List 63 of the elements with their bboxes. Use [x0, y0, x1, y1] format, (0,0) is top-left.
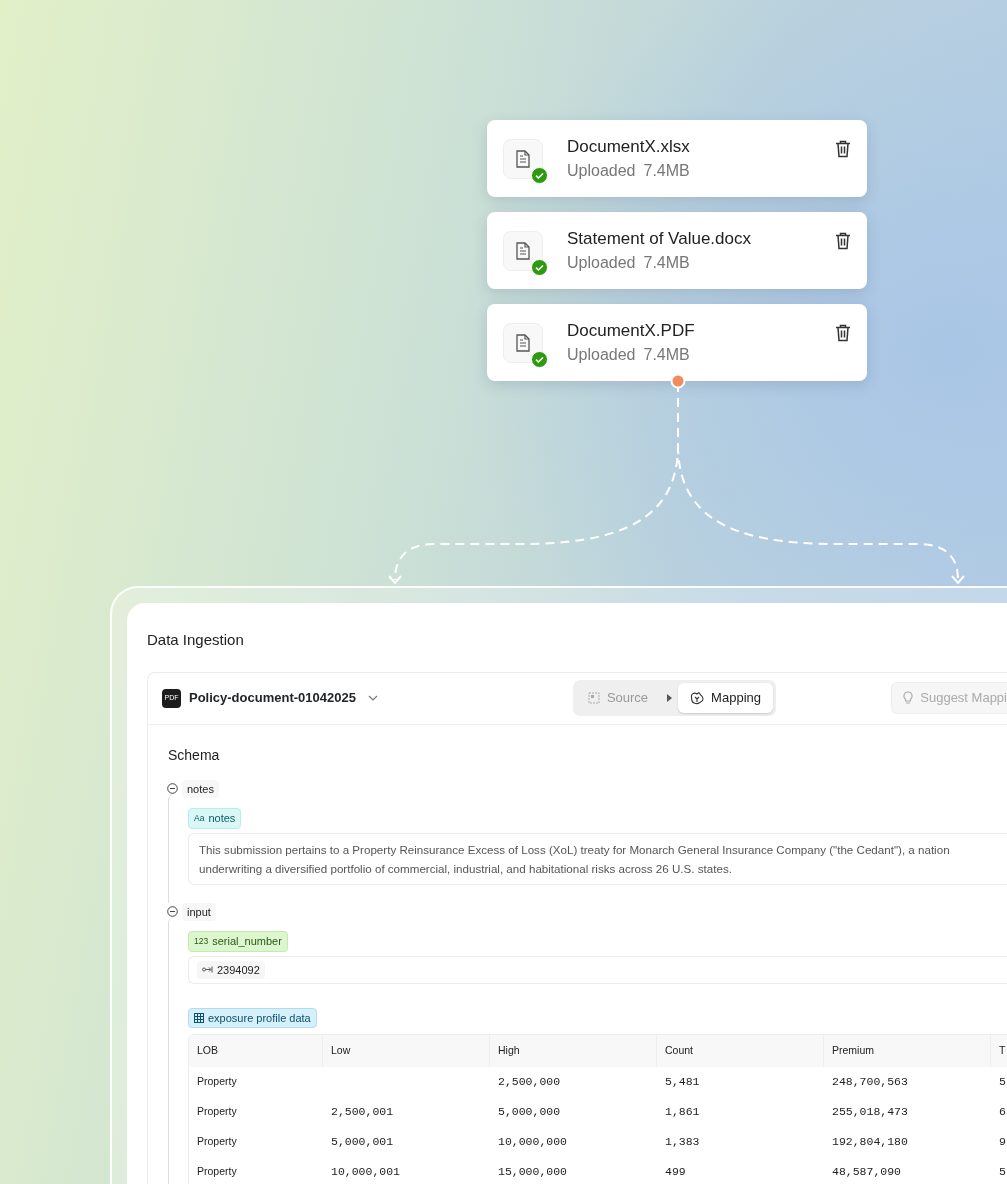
- schema-title: Schema: [167, 745, 221, 765]
- table-cell-text: 1,861: [664, 1104, 701, 1121]
- chevron-down-icon: [367, 695, 378, 701]
- field-tag: exposure profile data: [188, 1007, 317, 1028]
- table-cell-text: 5: [998, 1074, 1007, 1091]
- value-chip: 2394092: [197, 960, 265, 979]
- file-name: DocumentX.PDF: [567, 319, 696, 342]
- group-label: input: [182, 902, 216, 922]
- table-cell-text: 499: [664, 1164, 687, 1181]
- table-cell-text: 10,000,001: [330, 1164, 401, 1181]
- collapse-toggle-icon[interactable]: [167, 783, 178, 795]
- frame-icon: [587, 692, 600, 704]
- field-tag: 123 serial_number: [188, 931, 288, 952]
- table-cell-text: Property: [196, 1073, 238, 1089]
- table-cell-text: 5,481: [664, 1074, 701, 1091]
- column-header: LOB: [189, 1034, 323, 1067]
- table-cell-text: 248,700,563: [831, 1074, 909, 1091]
- grid-icon: [194, 1012, 204, 1023]
- document-icon: [515, 149, 531, 168]
- column-header: Low: [323, 1034, 490, 1067]
- table-cell-text: 255,018,473: [831, 1104, 909, 1121]
- key-icon: [202, 966, 213, 974]
- document-name: Policy-document-01042025: [189, 689, 356, 708]
- column-header: High: [490, 1034, 657, 1067]
- file-name: Statement of Value.docx: [567, 227, 752, 250]
- upload-status: Uploaded: [567, 253, 636, 274]
- table-cell-text: 6: [998, 1104, 1007, 1121]
- table-cell-text: 1,383: [664, 1134, 701, 1151]
- upload-status: Uploaded: [567, 161, 636, 182]
- collapse-toggle-icon[interactable]: [167, 906, 178, 918]
- table-cell-text: 15,000,000: [497, 1164, 568, 1181]
- trash-icon[interactable]: [835, 140, 851, 158]
- document-icon: [515, 241, 531, 260]
- table-cell-text: 48,587,090: [831, 1164, 902, 1181]
- table-cell-text: 5: [998, 1164, 1007, 1181]
- table-cell-text: 5,000,001: [330, 1134, 395, 1151]
- lightbulb-icon: [902, 691, 915, 705]
- table-cell-text: 2,500,001: [330, 1104, 395, 1121]
- panel-title: Data Ingestion: [147, 630, 245, 650]
- table-cell-text: 5,000,000: [497, 1104, 562, 1121]
- table-cell-text: 192,804,180: [831, 1134, 909, 1151]
- group-label: notes: [182, 779, 219, 798]
- column-header: Premium: [824, 1034, 991, 1067]
- table-cell-text: 2,500,000: [497, 1074, 562, 1091]
- document-icon: [515, 333, 531, 352]
- column-header: Count: [657, 1034, 824, 1067]
- field-tag: Aa notes: [188, 808, 242, 829]
- notes-text: This submission pertains to a Property Reinsurance Excess of Loss (XoL) treaty for Monarch General Insurance Company ("the Cedant"), a nation underwriting a diversified portfolio of commercial, industrial, and habitational risks across 26 U.S. states.: [188, 832, 1007, 885]
- brain-icon: [690, 691, 705, 705]
- table-cell-text: Property: [196, 1133, 238, 1149]
- upload-status: Uploaded: [567, 345, 636, 366]
- file-size: 7.4MB: [643, 161, 690, 182]
- column-header: T: [991, 1034, 1007, 1067]
- file-size: 7.4MB: [643, 345, 690, 366]
- step-tab[interactable]: Mapping: [678, 683, 773, 713]
- table-cell-text: 9: [998, 1134, 1007, 1151]
- file-size: 7.4MB: [643, 253, 690, 274]
- table-cell-text: Property: [196, 1163, 238, 1179]
- trash-icon[interactable]: [835, 232, 851, 250]
- file-name: DocumentX.xlsx: [567, 135, 691, 158]
- table-cell-text: Property: [196, 1103, 238, 1119]
- table-cell-text: 10,000,000: [497, 1134, 568, 1151]
- trash-icon[interactable]: [835, 324, 851, 342]
